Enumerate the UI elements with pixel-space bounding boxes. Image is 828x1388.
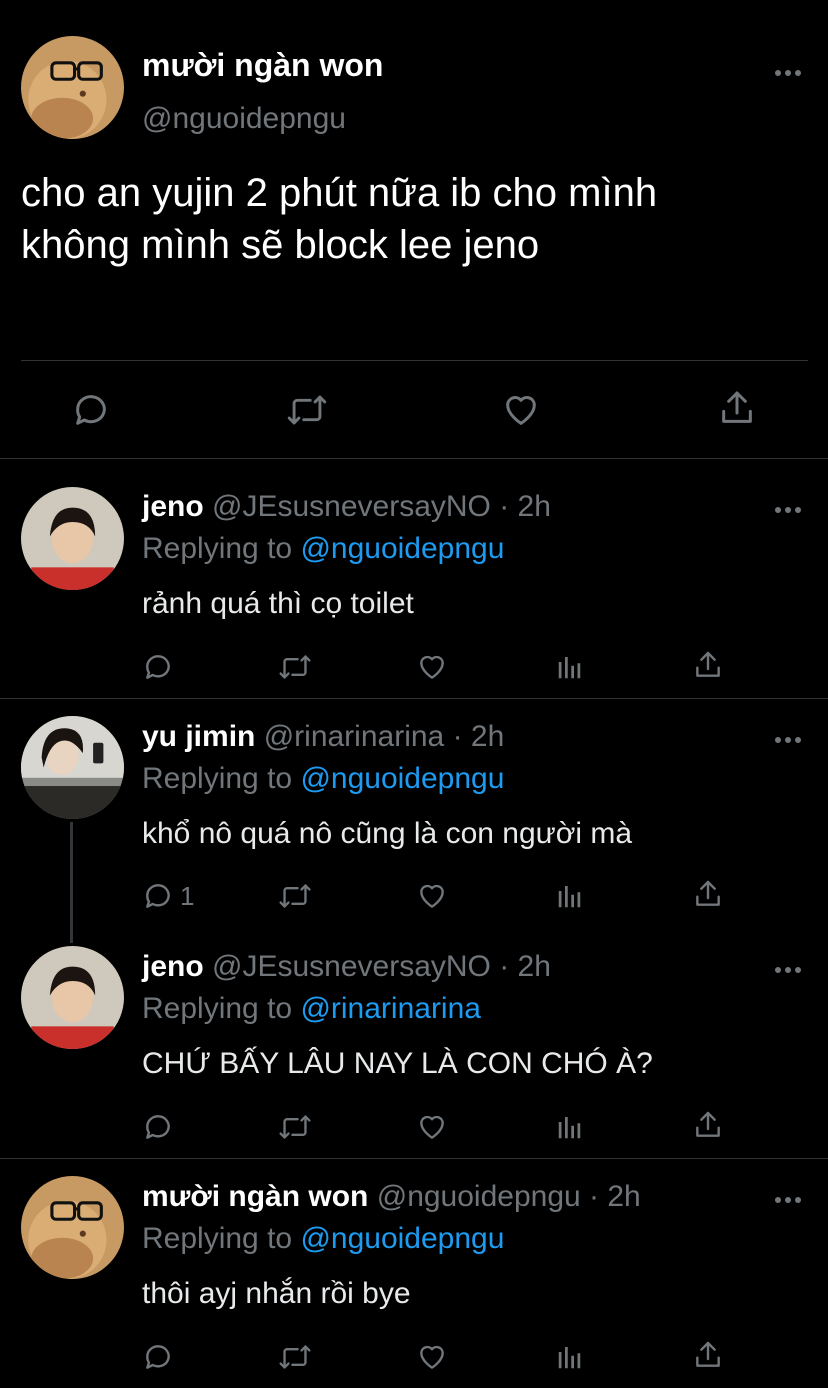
analytics-icon[interactable] xyxy=(555,880,585,912)
more-icon[interactable] xyxy=(774,502,802,513)
avatar[interactable] xyxy=(21,1176,124,1279)
tweet-header: jeno @JEsusneversayNO · 2h xyxy=(142,490,551,524)
display-name[interactable]: mười ngàn won xyxy=(142,1180,368,1213)
mention-link[interactable]: @nguoidepngu xyxy=(300,1222,504,1255)
share-icon[interactable] xyxy=(692,878,724,910)
like-icon[interactable] xyxy=(416,1111,448,1143)
tweet-header: yu jimin @rinarinarina · 2h xyxy=(142,720,504,754)
share-icon[interactable] xyxy=(692,1109,724,1141)
reply-icon[interactable] xyxy=(142,1341,174,1373)
replying-label: Replying to xyxy=(142,1222,301,1255)
divider xyxy=(0,698,828,699)
display-name[interactable]: yu jimin xyxy=(142,720,255,753)
handle-time[interactable]: @JEsusneversayNO · 2h xyxy=(212,950,551,983)
replying-label: Replying to xyxy=(142,532,301,565)
analytics-icon[interactable] xyxy=(555,1341,585,1373)
replying-to: Replying to @nguoidepngu xyxy=(142,762,504,796)
retweet-icon[interactable] xyxy=(278,1111,312,1143)
handle[interactable]: @nguoidepngu xyxy=(142,101,346,137)
tweet-text: CHỨ BẤY LÂU NAY LÀ CON CHÓ À? xyxy=(142,1047,653,1080)
analytics-icon[interactable] xyxy=(555,651,585,683)
replying-to: Replying to @rinarinarina xyxy=(142,992,481,1026)
retweet-icon[interactable] xyxy=(278,651,312,683)
avatar[interactable] xyxy=(21,36,124,139)
retweet-icon[interactable] xyxy=(286,390,328,430)
retweet-icon[interactable] xyxy=(278,1341,312,1373)
mention-link[interactable]: @nguoidepngu xyxy=(300,532,504,565)
display-name[interactable]: jeno xyxy=(142,490,204,523)
like-icon[interactable] xyxy=(416,880,448,912)
more-icon[interactable] xyxy=(774,962,802,973)
reply-icon[interactable] xyxy=(142,880,174,912)
reply-icon[interactable] xyxy=(142,651,174,683)
share-icon[interactable] xyxy=(692,1339,724,1371)
more-icon[interactable] xyxy=(774,732,802,743)
mention-link[interactable]: @nguoidepngu xyxy=(300,762,504,795)
handle-time[interactable]: @rinarinarina · 2h xyxy=(264,720,505,753)
replying-to: Replying to @nguoidepngu xyxy=(142,1222,504,1256)
replying-label: Replying to xyxy=(142,992,301,1025)
share-icon[interactable] xyxy=(717,388,757,428)
replying-to: Replying to @nguoidepngu xyxy=(142,532,504,566)
tweet-header: mười ngàn won @nguoidepngu · 2h xyxy=(142,1180,641,1214)
reply-icon[interactable] xyxy=(142,1111,174,1143)
tweet-header: jeno @JEsusneversayNO · 2h xyxy=(142,950,551,984)
like-icon[interactable] xyxy=(501,390,541,430)
handle-time[interactable]: @JEsusneversayNO · 2h xyxy=(212,490,551,523)
more-icon[interactable] xyxy=(774,65,802,76)
tweet-text-line-1: cho an yujin 2 phút nữa ib cho mình xyxy=(21,171,658,215)
replying-label: Replying to xyxy=(142,762,301,795)
analytics-icon[interactable] xyxy=(555,1111,585,1143)
avatar[interactable] xyxy=(21,946,124,1049)
like-icon[interactable] xyxy=(416,1341,448,1373)
thread-line xyxy=(70,822,73,943)
handle-time[interactable]: @nguoidepngu · 2h xyxy=(377,1180,641,1213)
display-name[interactable]: jeno xyxy=(142,950,204,983)
more-icon[interactable] xyxy=(774,1192,802,1203)
tweet-text-line-2: không mình sẽ block lee jeno xyxy=(21,223,540,267)
tweet-text: thôi ayj nhắn rồi bye xyxy=(142,1277,411,1310)
display-name[interactable]: mười ngàn won xyxy=(142,46,383,84)
divider xyxy=(0,1158,828,1159)
divider xyxy=(0,458,828,459)
like-icon[interactable] xyxy=(416,651,448,683)
share-icon[interactable] xyxy=(692,649,724,681)
mention-link[interactable]: @rinarinarina xyxy=(300,992,481,1025)
reply-icon[interactable] xyxy=(71,390,111,430)
reply-count: 1 xyxy=(180,881,195,911)
retweet-icon[interactable] xyxy=(278,880,312,912)
tweet-text: khổ nô quá nô cũng là con người mà xyxy=(142,817,633,850)
tweet-text: rảnh quá thì cọ toilet xyxy=(142,587,414,620)
divider xyxy=(21,360,808,361)
avatar[interactable] xyxy=(21,716,124,819)
avatar[interactable] xyxy=(21,487,124,590)
